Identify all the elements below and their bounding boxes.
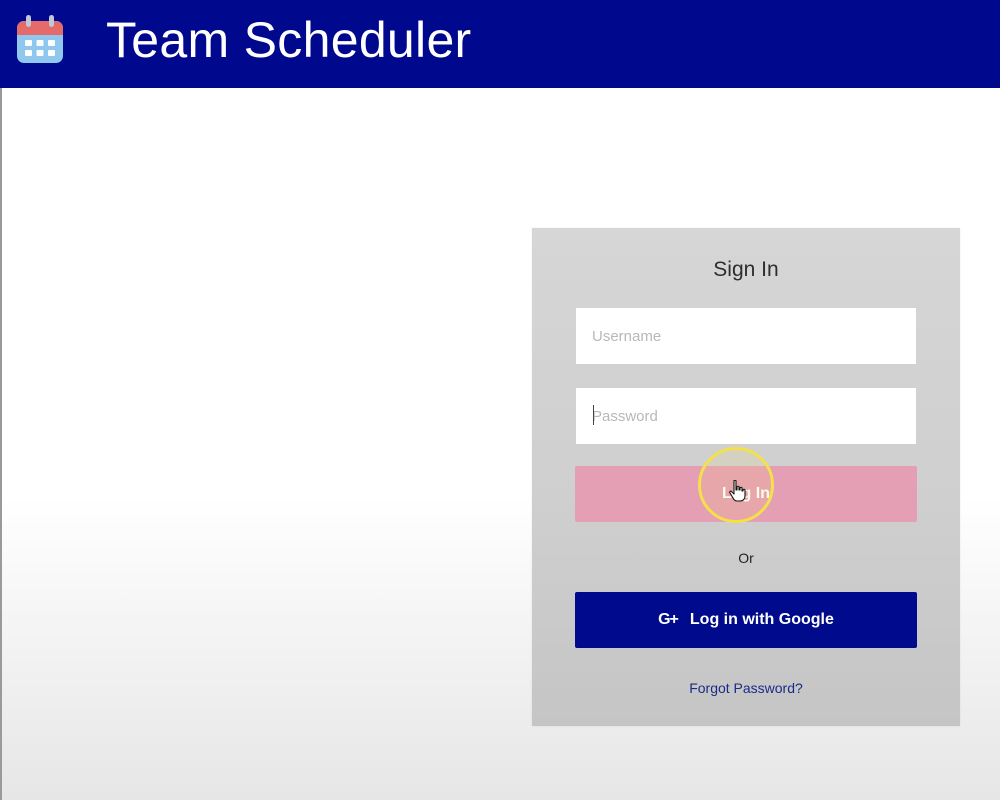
or-divider: Or bbox=[738, 550, 754, 566]
login-button[interactable]: Log In bbox=[575, 466, 917, 522]
signin-panel: Sign In Log In Or G+ Log in with Google … bbox=[532, 228, 960, 726]
app-header: Team Scheduler bbox=[0, 0, 1000, 88]
calendar-icon bbox=[17, 15, 63, 63]
left-border bbox=[0, 88, 2, 800]
google-login-button[interactable]: G+ Log in with Google bbox=[575, 592, 917, 648]
signin-title: Sign In bbox=[713, 258, 779, 281]
forgot-password-link[interactable]: Forgot Password? bbox=[532, 680, 960, 696]
google-login-label: Log in with Google bbox=[689, 611, 834, 628]
username-input[interactable] bbox=[576, 308, 916, 364]
google-plus-icon: G+ bbox=[658, 611, 679, 628]
password-input[interactable] bbox=[576, 388, 916, 444]
text-caret bbox=[593, 405, 594, 425]
app-title: Team Scheduler bbox=[106, 12, 472, 68]
